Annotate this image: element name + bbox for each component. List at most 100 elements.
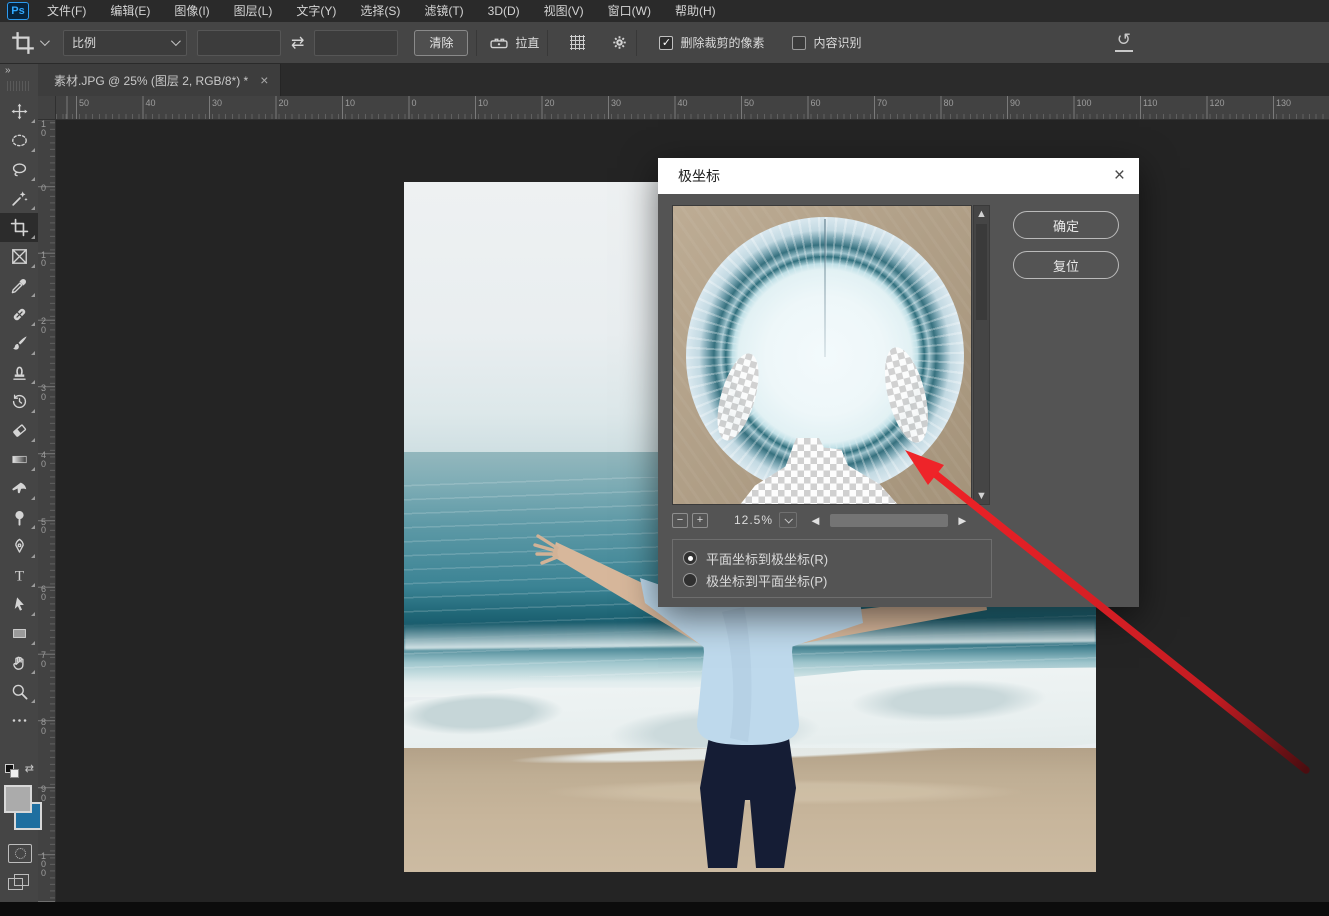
menu-item-10[interactable]: 帮助(H) [663, 0, 728, 22]
dialog-close-icon[interactable]: × [1114, 165, 1125, 187]
quick-mask-button[interactable] [8, 844, 32, 863]
scrollbar-thumb[interactable] [976, 224, 987, 320]
menu-item-0[interactable]: 文件(F) [35, 0, 98, 22]
menu-item-6[interactable]: 滤镜(T) [412, 0, 475, 22]
v-ruler-label-60: 6 0 [41, 585, 46, 602]
smudge-tool[interactable] [0, 474, 38, 503]
photoshop-window: Ps 文件(F)编辑(E)图像(I)图层(L)文字(Y)选择(S)滤镜(T)3D… [0, 0, 1329, 916]
chevron-down-icon [171, 36, 181, 46]
lasso-tool[interactable] [0, 155, 38, 184]
elliptical-marquee-tool[interactable] [0, 126, 38, 155]
radio-unselected-icon[interactable] [683, 573, 697, 587]
toolbar-grip[interactable] [7, 81, 31, 91]
reset-tool-icon[interactable]: ↺ [1115, 30, 1133, 52]
polar-coordinates-dialog: 极坐标 × ▲ ▼ − + 12.5% ◄ ► 平面坐标到极坐标(R)极坐标到平… [658, 158, 1139, 607]
separator [636, 30, 637, 56]
crop-height-field[interactable] [314, 30, 398, 56]
move-tool[interactable] [0, 97, 38, 126]
hand-tool[interactable] [0, 648, 38, 677]
v-ruler-label-30: 3 0 [41, 384, 46, 401]
swap-dimensions-icon[interactable]: ⇄ [291, 33, 304, 53]
zoom-out-button[interactable]: − [672, 513, 688, 528]
menu-item-5[interactable]: 选择(S) [348, 0, 412, 22]
h-ruler-label-20: 20 [545, 98, 555, 108]
h-ruler-label-10: 10 [345, 98, 355, 108]
menu-item-2[interactable]: 图像(I) [162, 0, 221, 22]
screen-mode-icon-back [14, 874, 29, 886]
scroll-right-icon[interactable]: ► [956, 513, 969, 528]
path-selection-tool[interactable] [0, 590, 38, 619]
delete-cropped-pixels-checkbox[interactable]: ✓ [659, 36, 673, 50]
scroll-left-icon[interactable]: ◄ [809, 513, 822, 528]
menu-item-3[interactable]: 图层(L) [222, 0, 285, 22]
ruler-origin-corner[interactable] [38, 96, 56, 120]
scroll-up-icon[interactable]: ▲ [974, 207, 989, 221]
type-tool[interactable]: T [0, 561, 38, 590]
default-colors-back [10, 769, 19, 778]
straighten-label[interactable]: 拉直 [515, 34, 539, 51]
brush-tool[interactable] [0, 329, 38, 358]
crop-ratio-label: 比例 [72, 34, 96, 51]
zoom-tool[interactable] [0, 677, 38, 706]
menu-item-7[interactable]: 3D(D) [476, 0, 532, 22]
h-ruler-label-80: 80 [944, 98, 954, 108]
menu-item-1[interactable]: 编辑(E) [98, 0, 162, 22]
delete-cropped-pixels-option[interactable]: ✓ 删除裁剪的像素 [659, 34, 764, 51]
dodge-tool[interactable] [0, 503, 38, 532]
quick-selection-tool[interactable] [0, 184, 38, 213]
radio-selected-icon[interactable] [683, 551, 697, 565]
history-brush-tool[interactable] [0, 387, 38, 416]
reset-button[interactable]: 复位 [1013, 251, 1119, 279]
gradient-tool[interactable] [0, 445, 38, 474]
scroll-down-icon[interactable]: ▼ [974, 489, 989, 503]
zoom-dropdown[interactable] [779, 512, 797, 528]
crop-tool[interactable] [0, 213, 38, 242]
h-ruler-label-50: 50 [79, 98, 89, 108]
zoom-in-button[interactable]: + [692, 513, 708, 528]
crop-tool-preset-icon[interactable] [10, 30, 36, 56]
menu-item-4[interactable]: 文字(Y) [284, 0, 348, 22]
ok-button[interactable]: 确定 [1013, 211, 1119, 239]
eraser-tool[interactable] [0, 416, 38, 445]
menu-item-8[interactable]: 视图(V) [532, 0, 596, 22]
clear-button[interactable]: 清除 [414, 30, 468, 56]
h-ruler-label-130: 130 [1276, 98, 1291, 108]
filter-preview[interactable] [672, 205, 972, 505]
overlay-options-icon[interactable] [570, 35, 585, 50]
menu-bar: Ps 文件(F)编辑(E)图像(I)图层(L)文字(Y)选择(S)滤镜(T)3D… [0, 0, 1329, 22]
crop-settings-gear-icon[interactable] [611, 34, 628, 51]
swap-colors-icon[interactable]: ⇄ [25, 762, 34, 775]
preview-zoom-bar: − + 12.5% ◄ ► [672, 509, 990, 531]
screen-mode-button[interactable] [8, 874, 32, 893]
clone-stamp-tool[interactable] [0, 358, 38, 387]
tools-panel: » T ⇄ [0, 64, 38, 902]
toolbar-collapse-icon[interactable]: » [0, 64, 38, 78]
straighten-icon[interactable] [489, 33, 509, 53]
vertical-ruler[interactable]: 1 001 02 03 04 05 06 07 08 09 01 0 0 [38, 120, 56, 902]
eyedropper-tool[interactable] [0, 271, 38, 300]
horizontal-ruler[interactable]: 5040302010010203040506070809010011012013… [56, 96, 1329, 120]
preview-horizontal-scrollbar[interactable] [830, 514, 948, 527]
edit-toolbar-ellipsis[interactable] [0, 706, 38, 735]
frame-tool[interactable] [0, 242, 38, 271]
foreground-color-swatch[interactable] [4, 785, 32, 813]
h-ruler-label-40: 40 [678, 98, 688, 108]
content-aware-option[interactable]: 内容识别 [792, 34, 861, 51]
content-aware-checkbox[interactable] [792, 36, 806, 50]
chevron-down-icon[interactable] [40, 36, 50, 46]
crop-width-field[interactable] [197, 30, 281, 56]
document-tab[interactable]: 素材.JPG @ 25% (图层 2, RGB/8*) * × [38, 64, 281, 96]
radio-option-1[interactable]: 极坐标到平面坐标(P) [683, 569, 981, 591]
spot-healing-brush-tool[interactable] [0, 300, 38, 329]
pen-tool[interactable] [0, 532, 38, 561]
default-colors-group[interactable]: ⇄ [4, 762, 34, 780]
tab-close-icon[interactable]: × [260, 72, 268, 88]
options-bar: 比例 ⇄ 清除 拉直 ✓ 删除裁剪的像素 内容识别 ↺ [0, 22, 1329, 64]
radio-option-0[interactable]: 平面坐标到极坐标(R) [683, 547, 981, 569]
dialog-title-bar[interactable]: 极坐标 × [658, 158, 1139, 194]
rectangle-tool[interactable] [0, 619, 38, 648]
v-ruler-label-40: 4 0 [41, 451, 46, 468]
menu-item-9[interactable]: 窗口(W) [596, 0, 663, 22]
crop-ratio-dropdown[interactable]: 比例 [63, 30, 187, 56]
preview-vertical-scrollbar[interactable]: ▲ ▼ [973, 205, 990, 505]
